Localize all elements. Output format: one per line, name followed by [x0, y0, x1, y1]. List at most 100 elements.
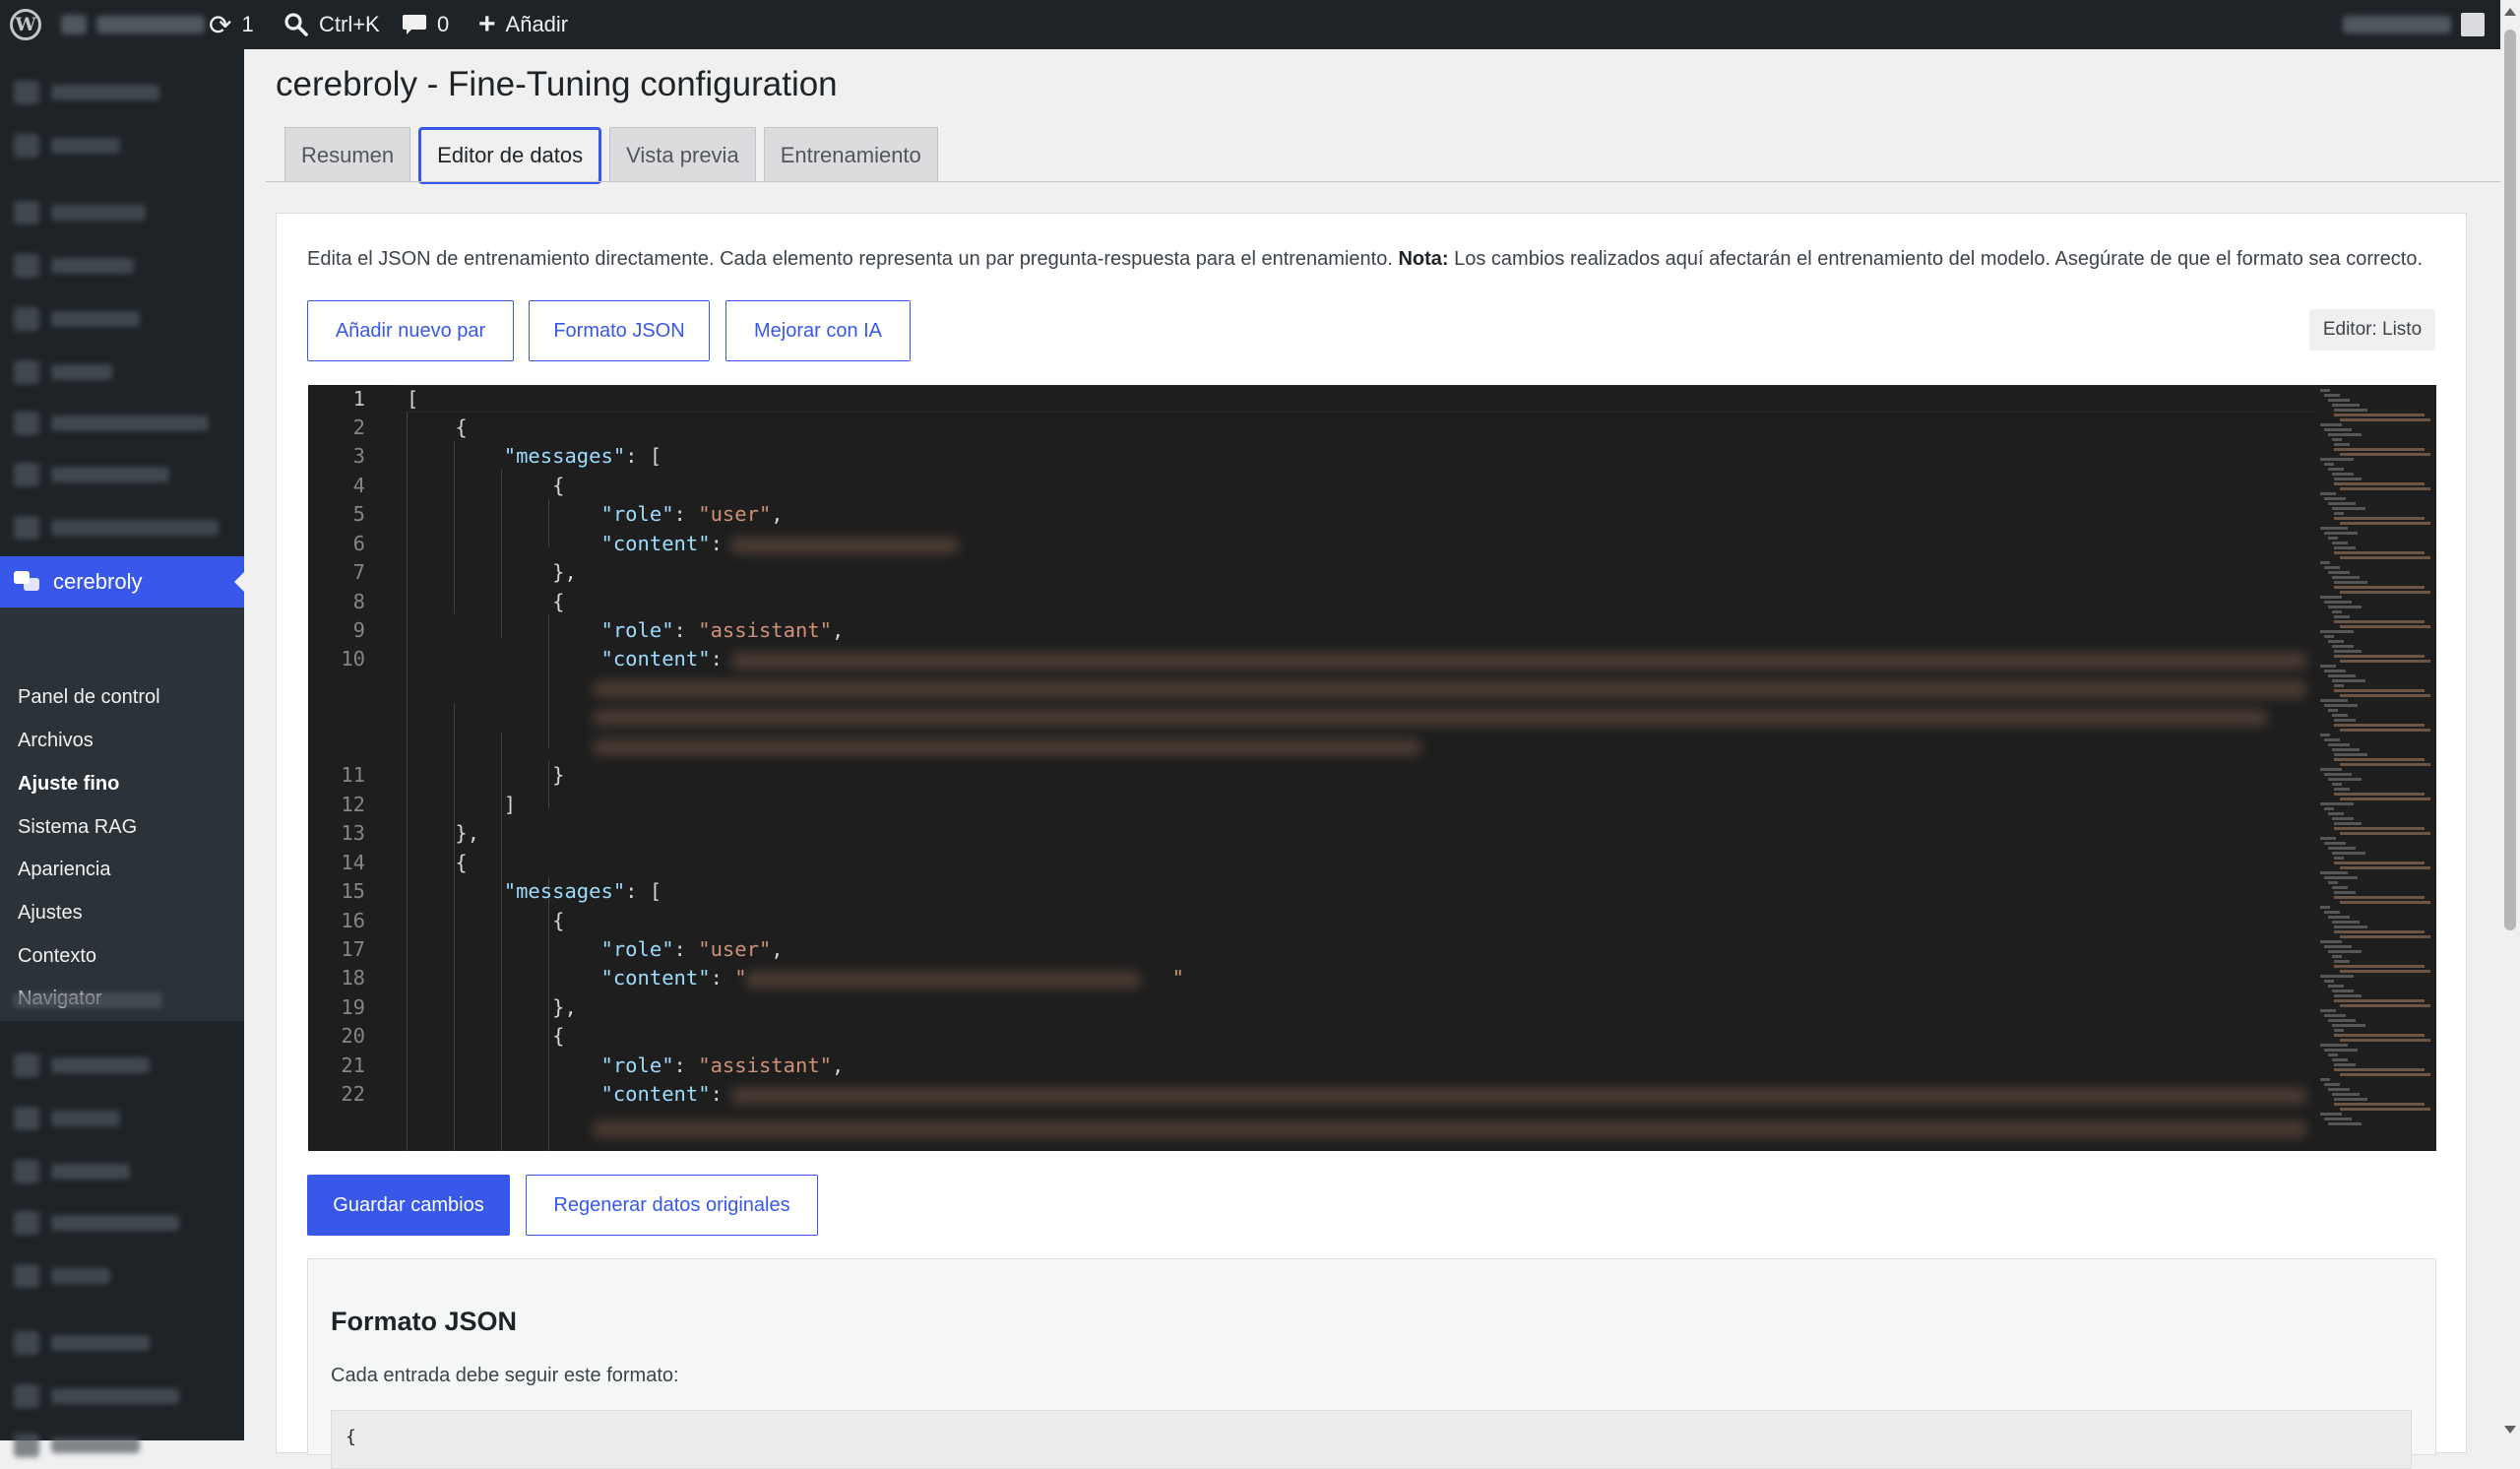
add-new-menu[interactable]: + Añadir [478, 0, 568, 49]
minimap-line [2324, 738, 2340, 741]
minimap-line [2340, 453, 2430, 456]
sidebar-item-redacted[interactable] [14, 1382, 179, 1410]
submenu-item-panel-de-control[interactable]: Panel de control [18, 686, 160, 709]
format-section-title: Formato JSON [331, 1307, 518, 1336]
submenu-item-ajuste-fino[interactable]: Ajuste fino [18, 773, 119, 796]
sidebar-item-redacted[interactable] [14, 358, 112, 386]
minimap-line [2320, 1113, 2342, 1116]
sidebar-item-redacted[interactable] [14, 1329, 150, 1357]
code-line: "role": "assistant", [600, 618, 845, 642]
minimap-line [2328, 916, 2350, 919]
line-number: 4 [352, 474, 365, 497]
chat-bubbles-icon [14, 571, 39, 593]
minimap-line [2334, 1103, 2425, 1106]
format-json-button[interactable]: Formato JSON [529, 300, 710, 361]
minimap-line [2320, 458, 2354, 461]
minimap-line [2334, 1063, 2356, 1066]
line-number: 10 [341, 647, 365, 671]
minimap-line [2334, 857, 2344, 860]
home-icon [61, 15, 87, 34]
submenu-item-contexto[interactable]: Contexto [18, 945, 96, 968]
minimap-line [2334, 620, 2425, 623]
save-changes-button[interactable]: Guardar cambios [307, 1175, 510, 1236]
minimap-line [2324, 601, 2352, 604]
minimap-line [2328, 709, 2338, 712]
user-account-menu[interactable] [2343, 0, 2485, 49]
regenerate-data-button[interactable]: Regenerar datos originales [526, 1175, 818, 1236]
sidebar-item-redacted[interactable] [14, 410, 209, 437]
redacted-content [594, 710, 2267, 726]
sidebar-item-redacted[interactable] [14, 1262, 110, 1290]
editor-minimap[interactable] [2316, 385, 2436, 1151]
code-line: "role": "user", [600, 937, 784, 961]
minimap-line [2320, 1009, 2336, 1012]
code-line: { [407, 909, 565, 932]
minimap-line [2328, 847, 2356, 850]
tab-vista-previa[interactable]: Vista previa [609, 127, 756, 182]
minimap-line [2324, 497, 2346, 500]
minimap-line [2340, 1073, 2430, 1076]
wordpress-logo-menu[interactable]: W [10, 0, 41, 49]
tab-editor-de-datos[interactable]: Editor de datos [418, 127, 602, 184]
minimap-line [2320, 423, 2342, 426]
minimap-line [2332, 748, 2360, 751]
comments-menu[interactable]: 0 [402, 0, 449, 49]
code-line: "messages": [ [503, 444, 662, 468]
scrollbar-thumb[interactable] [2504, 30, 2516, 930]
add-pair-button[interactable]: Añadir nuevo par [307, 300, 514, 361]
minimap-line [2340, 832, 2430, 835]
minimap-line [2324, 945, 2352, 948]
scroll-down-arrow-icon[interactable] [2504, 1426, 2516, 1434]
code-line: { [407, 415, 468, 439]
redacted-content [731, 1088, 2306, 1104]
sidebar-item-redacted[interactable] [14, 514, 219, 542]
page-scrollbar[interactable] [2500, 0, 2520, 1440]
sidebar-item-redacted[interactable] [14, 305, 140, 333]
sidebar-item-redacted[interactable] [14, 1209, 179, 1237]
tab-entrenamiento[interactable]: Entrenamiento [763, 127, 938, 182]
sidebar-item-redacted[interactable] [14, 79, 159, 106]
format-example-code: { [331, 1410, 2412, 1469]
json-code-editor[interactable]: 1 2 3 4 5 6 7 8 9 10 11 12 13 14 15 16 1… [308, 385, 2436, 1151]
scroll-up-arrow-icon[interactable] [2504, 8, 2516, 16]
minimap-line [2334, 586, 2425, 589]
site-name-menu[interactable] [61, 0, 205, 49]
sidebar-item-redacted[interactable] [14, 1052, 150, 1079]
search-shortcut[interactable]: Ctrl+K [284, 0, 380, 49]
minimap-line [2334, 689, 2425, 692]
sidebar-item-redacted[interactable] [14, 1158, 130, 1185]
minimap-line [2324, 532, 2358, 535]
submenu-item-apariencia[interactable]: Apariencia [18, 859, 111, 881]
minimap-line [2332, 473, 2354, 476]
minimap-line [2332, 1058, 2348, 1061]
sidebar-item-redacted[interactable] [14, 252, 134, 280]
sidebar-item-redacted[interactable] [14, 461, 169, 488]
minimap-line [2334, 478, 2362, 480]
submenu-item-sistema-rag[interactable]: Sistema RAG [18, 816, 137, 839]
minimap-line [2324, 394, 2340, 397]
line-number: 16 [341, 909, 365, 932]
format-code-line: { [346, 1427, 356, 1447]
improve-with-ai-button[interactable]: Mejorar con IA [725, 300, 911, 361]
minimap-line [2332, 610, 2342, 613]
tab-resumen[interactable]: Resumen [284, 127, 411, 182]
redacted-content [594, 1121, 2306, 1137]
sidebar-item-redacted[interactable] [14, 199, 146, 226]
minimap-line [2334, 758, 2425, 761]
description-note-text: Los cambios realizados aquí afectarán el… [1454, 248, 2424, 270]
minimap-line [2332, 438, 2342, 441]
sidebar-item-redacted[interactable] [14, 987, 161, 1014]
updates-menu[interactable]: ⟳ 1 [209, 0, 254, 49]
submenu-item-ajustes[interactable]: Ajustes [18, 902, 83, 925]
admin-bar: W ⟳ 1 Ctrl+K 0 + Añadir [0, 0, 2520, 49]
sidebar-item-redacted[interactable] [14, 132, 120, 160]
minimap-line [2320, 837, 2336, 840]
search-icon [284, 13, 308, 36]
submenu-item-archivos[interactable]: Archivos [18, 730, 94, 752]
minimap-line [2320, 975, 2354, 978]
sidebar-item-redacted[interactable] [14, 1105, 120, 1132]
updates-count: 1 [241, 12, 254, 36]
sidebar-item-cerebroly[interactable]: cerebroly [0, 556, 244, 607]
minimap-line [2320, 630, 2354, 633]
sidebar-item-redacted[interactable] [14, 1432, 140, 1459]
